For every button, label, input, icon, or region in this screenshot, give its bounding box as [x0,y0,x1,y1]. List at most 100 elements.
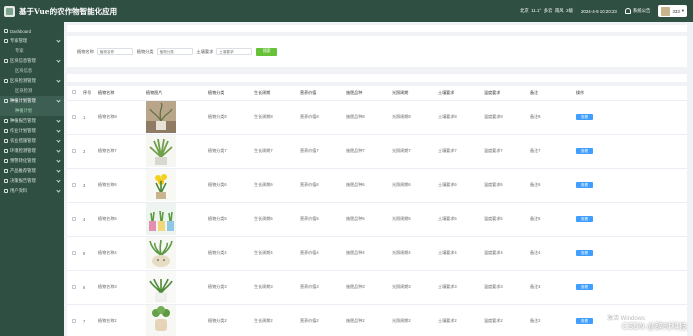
soil-input[interactable] [216,48,253,55]
view-button[interactable]: 查看 [576,250,593,257]
row-checkbox[interactable] [72,148,76,153]
chevron-down-icon [56,158,61,163]
row-select-cell [67,100,83,135]
plant-image[interactable] [146,203,176,235]
growth-cycle: 生长周期5 [254,202,300,237]
remark: 备注6 [530,168,576,203]
sidebar-item[interactable]: 专家管理 [0,36,64,46]
plant-name: 植物名称8 [98,100,146,135]
nutrition-value: 营养价值3 [300,270,346,305]
row-index: 6 [83,270,98,305]
sidebar-item[interactable]: 农业措施管理 [0,136,64,146]
avatar [661,6,671,16]
select-all-checkbox[interactable] [72,90,76,95]
chevron-down-icon [56,118,61,123]
select-all-header[interactable] [67,86,83,101]
tab-strip [67,25,687,32]
row-select-cell [67,168,83,203]
table-row: 2 植物名称7 植物分类7 生长周期7 营养价值7 施肥品种7 光照周期7 土壤要求7 温度要求… [67,134,687,169]
table-row: 5 植物名称4 植物分类4 生长周期4 营养价值4 施肥品种4 光照周期4 土壤要求4 温度要求… [67,236,687,271]
wind-level: 2级 [566,8,573,13]
row-checkbox[interactable] [72,182,76,187]
sidebar-item[interactable]: 决策报告管理 [0,176,64,186]
plant-image[interactable] [146,305,176,336]
sidebar-item-label: 环境检测管理 [10,148,36,153]
plant-image[interactable] [146,101,176,133]
chevron-down-icon [56,188,61,193]
view-button[interactable]: 查看 [576,114,593,121]
plant-category: 植物分类4 [208,236,254,271]
column-header: 土壤要求 [438,86,484,101]
row-checkbox[interactable] [72,318,76,323]
sidebar-item[interactable]: 种植计划管理 [0,96,64,106]
sidebar-item-label: Dashboard [10,28,32,34]
name-input[interactable] [96,48,133,55]
plant-image-cell [146,236,208,271]
watermark: CSDN @辞时科技 [621,322,687,331]
sidebar: Dashboard 专家管理 专家 区块信息管理 区块信息 区块检测管理 区块检测 种植计划管… [0,22,64,336]
action-bar [67,74,687,82]
column-header: 备注 [530,86,576,101]
column-header: 操作 [576,86,687,101]
growth-cycle: 生长周期4 [254,236,300,271]
row-checkbox[interactable] [72,114,76,119]
sidebar-item[interactable]: 区块检测 [0,86,64,96]
growth-cycle: 生长周期6 [254,168,300,203]
user-menu[interactable]: 333 ▾ [658,5,687,17]
column-header: 光照周期 [392,86,438,101]
view-button[interactable]: 查看 [576,216,593,223]
temperature-requirement: 温度要求2 [484,304,530,336]
plant-category: 植物分类5 [208,202,254,237]
plant-image[interactable] [146,271,176,303]
row-actions: 查看 [576,134,687,169]
nutrition-value: 营养价值5 [300,202,346,237]
row-index: 2 [83,134,98,169]
chevron-down-icon [56,38,61,43]
fertilizer-type: 施肥品种8 [346,100,392,135]
sidebar-item[interactable]: Dashboard [0,26,64,36]
fertilizer-type: 施肥品种7 [346,134,392,169]
remark: 备注8 [530,100,576,135]
plant-image[interactable] [146,237,176,269]
plant-category: 植物分类3 [208,270,254,305]
view-button[interactable]: 查看 [576,148,593,155]
plant-name: 植物名称2 [98,304,146,336]
plant-category: 植物分类8 [208,100,254,135]
sidebar-item-label: 预警转化管理 [10,158,36,163]
plant-image[interactable] [146,135,176,167]
light-cycle: 光照周期4 [392,236,438,271]
sidebar-item[interactable]: 专家 [0,46,64,56]
sidebar-item[interactable]: 作业计划管理 [0,126,64,136]
category-input[interactable] [156,48,193,55]
sidebar-item[interactable]: 种植报告管理 [0,116,64,126]
sidebar-item[interactable]: 用户资料 [0,186,64,196]
growth-cycle: 生长周期7 [254,134,300,169]
light-cycle: 光照周期6 [392,168,438,203]
fertilizer-type: 施肥品种6 [346,168,392,203]
row-checkbox[interactable] [72,284,76,289]
search-button[interactable]: 搜索 [256,47,278,56]
view-button[interactable]: 查看 [576,318,593,325]
sidebar-item[interactable]: 区块信息 [0,66,64,76]
row-checkbox[interactable] [72,250,76,255]
plant-name: 植物名称5 [98,202,146,237]
sidebar-item[interactable]: 环境检测管理 [0,146,64,156]
view-button[interactable]: 查看 [576,182,593,189]
sidebar-item[interactable]: 产品推荐管理 [0,166,64,176]
notice-button[interactable]: 系统公告 [624,8,650,14]
sidebar-item[interactable]: 区块信息管理 [0,56,64,66]
menu-icon [4,119,8,123]
temperature-requirement: 温度要求5 [484,202,530,237]
sidebar-item[interactable]: 区块检测管理 [0,76,64,86]
plant-image[interactable] [146,169,176,201]
growth-cycle: 生长周期3 [254,270,300,305]
category-label: 植物分类 [136,48,154,54]
row-checkbox[interactable] [72,216,76,221]
sidebar-item[interactable]: 预警转化管理 [0,156,64,166]
menu-icon [4,129,8,133]
view-button[interactable]: 查看 [576,284,593,291]
sidebar-item[interactable]: 种植计划 [0,106,64,116]
app-title: 基于Vue的农作物智能化应用 [19,6,118,16]
temperature-requirement: 温度要求3 [484,270,530,305]
brand: 基于Vue的农作物智能化应用 [0,5,170,17]
